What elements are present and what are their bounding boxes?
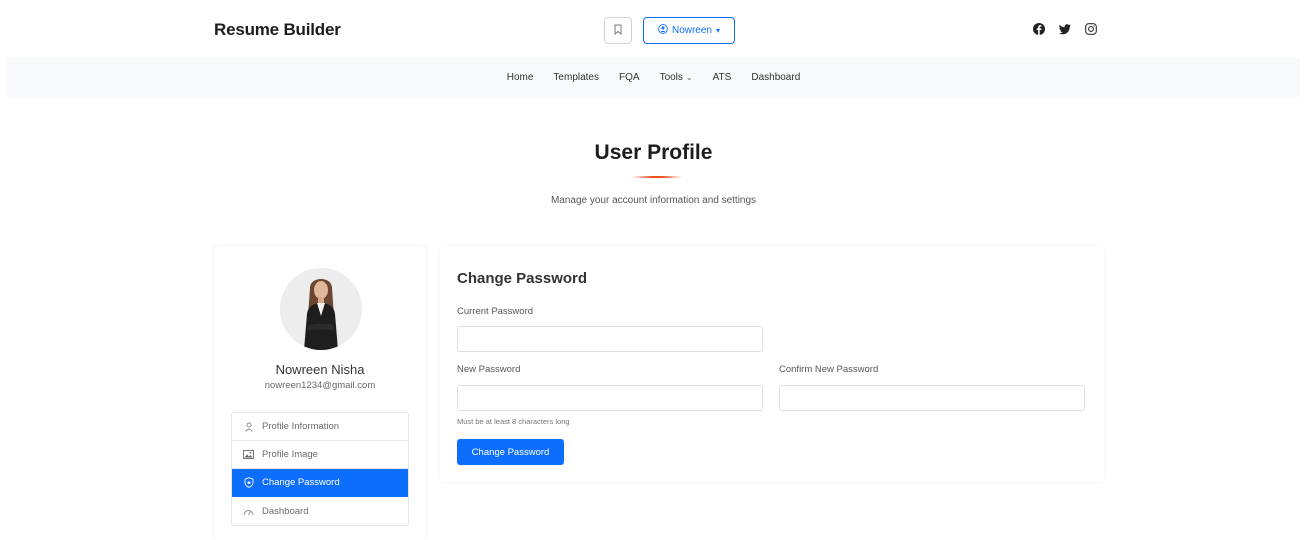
menu-item-profile-image[interactable]: Profile Image <box>232 441 408 469</box>
user-circle-icon <box>658 24 668 37</box>
menu-item-label: Profile Information <box>262 421 340 432</box>
confirm-password-input[interactable] <box>779 385 1085 411</box>
nav-tools-label: Tools <box>659 72 683 83</box>
shield-icon <box>243 477 254 488</box>
brand-logo[interactable]: Resume Builder <box>214 20 341 40</box>
confirm-password-label: Confirm New Password <box>779 364 879 375</box>
change-password-button[interactable]: Change Password <box>457 439 564 465</box>
nav-ats[interactable]: ATS <box>713 72 732 83</box>
profile-sidebar-card: Nowreen Nisha nowreen1234@gmail.com Prof… <box>214 246 426 540</box>
nav-home[interactable]: Home <box>507 72 534 83</box>
dashboard-icon <box>243 506 254 517</box>
user-icon <box>243 421 254 432</box>
menu-item-label: Dashboard <box>262 505 309 517</box>
profile-email: nowreen1234@gmail.com <box>264 380 376 391</box>
page-title: User Profile <box>594 141 713 164</box>
chevron-down-icon: ⌄ <box>685 73 693 82</box>
profile-menu: Profile Information Profile Image Change… <box>231 412 409 526</box>
user-menu-button[interactable]: Nowreen ▾ <box>643 17 735 44</box>
social-links <box>1032 22 1098 36</box>
top-header: Resume Builder Nowreen ▾ <box>0 0 1307 58</box>
form-title: Change Password <box>457 270 588 287</box>
menu-item-change-password[interactable]: Change Password <box>232 469 408 497</box>
chevron-down-icon: ▾ <box>716 26 721 35</box>
title-underline <box>632 176 682 178</box>
menu-item-label: Change Password <box>262 477 340 488</box>
nav-dashboard[interactable]: Dashboard <box>751 72 800 83</box>
current-password-input[interactable] <box>457 326 763 352</box>
user-menu-label: Nowreen <box>671 25 712 36</box>
new-password-input[interactable] <box>457 385 763 411</box>
avatar <box>280 268 362 350</box>
new-password-label: New Password <box>457 364 521 375</box>
main-navbar: Home Templates FQA Tools ⌄ ATS Dashboard <box>7 58 1300 97</box>
menu-item-dashboard[interactable]: Dashboard <box>232 497 408 525</box>
nav-tools-dropdown[interactable]: Tools ⌄ <box>660 72 693 83</box>
profile-name: Nowreen Nisha <box>275 362 365 377</box>
current-password-label: Current Password <box>457 306 534 317</box>
bookmark-button[interactable] <box>604 17 632 44</box>
password-help-text: Must be at least 8 characters long <box>457 417 570 426</box>
page-subtitle: Manage your account information and sett… <box>550 195 757 206</box>
instagram-icon[interactable] <box>1084 22 1098 36</box>
bookmark-icon <box>613 22 623 40</box>
menu-item-profile-information[interactable]: Profile Information <box>232 413 408 441</box>
change-password-card: Change Password Current Password New Pas… <box>440 246 1104 482</box>
nav-templates[interactable]: Templates <box>553 72 599 83</box>
menu-item-label: Profile Image <box>262 449 318 460</box>
facebook-icon[interactable] <box>1032 22 1046 36</box>
twitter-icon[interactable] <box>1058 22 1072 36</box>
nav-fqa[interactable]: FQA <box>619 72 640 83</box>
image-icon <box>243 449 254 460</box>
